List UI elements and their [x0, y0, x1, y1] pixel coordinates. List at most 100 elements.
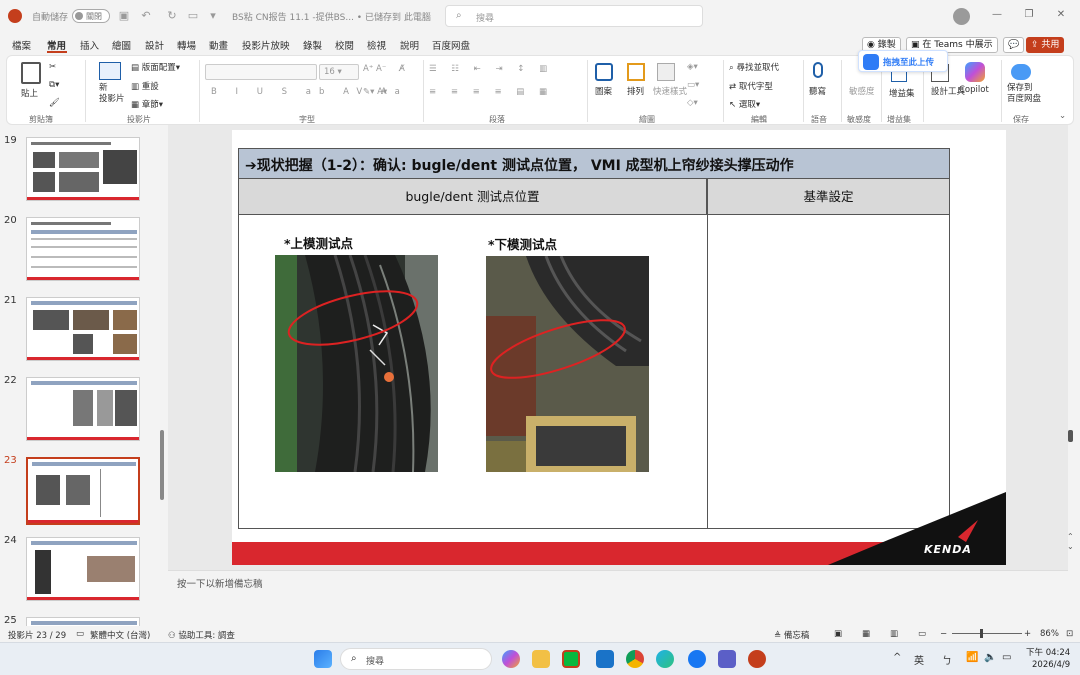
wechat-icon[interactable]	[562, 650, 580, 668]
sensitivity-label[interactable]: 敏感度	[849, 85, 875, 97]
paste-icon[interactable]	[21, 62, 41, 84]
comments-button[interactable]: 💬	[1003, 37, 1025, 53]
close-icon[interactable]: ✕	[1054, 9, 1068, 20]
shapes-icon[interactable]	[595, 63, 613, 81]
tab-review[interactable]: 校閱	[335, 38, 354, 52]
teams-icon[interactable]	[718, 650, 736, 668]
ime-indicator[interactable]: 英	[914, 652, 924, 667]
file-explorer-icon[interactable]	[532, 650, 550, 668]
autosave-toggle[interactable]: 關閉	[72, 9, 110, 23]
layout-button[interactable]: ▤ 版面配置▾	[131, 61, 180, 73]
slideshow-view-icon[interactable]: ▭	[918, 629, 926, 639]
list-buttons[interactable]: ☰ ☷ ⇤ ⇥ ↕ ▥	[429, 64, 553, 74]
new-slide-icon[interactable]	[99, 62, 121, 80]
prev-next-slide-icon[interactable]: ⌃ ⌄	[1067, 532, 1074, 552]
outlook-icon[interactable]	[596, 650, 614, 668]
slide-thumbnail[interactable]	[26, 137, 140, 201]
upload-drop-tooltip[interactable]: 拖拽至此上传	[858, 50, 948, 72]
facebook-icon[interactable]	[688, 650, 706, 668]
tab-slideshow[interactable]: 投影片放映	[242, 38, 290, 52]
replace-button[interactable]: ⇄ 取代字型	[729, 80, 773, 92]
search-input[interactable]: ⌕ 搜尋	[445, 5, 703, 27]
copilot-icon[interactable]	[965, 62, 985, 82]
document-title[interactable]: BS粘 CN报告 11.1 -提供BS... • 已儲存到 此電腦	[232, 10, 431, 23]
highlight-icon[interactable]: ✎▾ A▾	[363, 87, 387, 97]
restore-icon[interactable]: ❐	[1022, 9, 1036, 20]
tab-insert[interactable]: 插入	[80, 38, 99, 52]
slide-thumbnail[interactable]	[26, 217, 140, 281]
volume-icon[interactable]: 🔈	[984, 652, 996, 663]
tab-transitions[interactable]: 轉場	[177, 38, 196, 52]
tab-animations[interactable]: 動畫	[209, 38, 228, 52]
tab-file[interactable]: 檔案	[12, 38, 31, 52]
find-button[interactable]: ⌕ 尋找並取代	[729, 61, 779, 73]
fit-to-window-icon[interactable]: ⊡	[1066, 629, 1073, 639]
zoom-out-icon[interactable]: −	[940, 629, 947, 639]
upper-mold-photo[interactable]	[275, 255, 438, 472]
cut-icon[interactable]: ✂	[49, 62, 56, 72]
section-button[interactable]: ▦ 章節▾	[131, 98, 163, 110]
copy-icon[interactable]: ⧉▾	[49, 80, 59, 90]
notes-toggle[interactable]: ≜ 備忘稿	[774, 629, 809, 641]
ime-mode-icon[interactable]: ㄅ	[942, 652, 952, 667]
save-icon[interactable]: ▣	[117, 9, 131, 23]
reset-button[interactable]: ▥ 重設	[131, 80, 159, 92]
minimize-icon[interactable]: —	[990, 9, 1004, 20]
chrome-icon[interactable]	[626, 650, 644, 668]
shape-outline-icon[interactable]: ▭▾	[687, 80, 699, 90]
zoom-slider[interactable]	[952, 633, 1022, 634]
format-painter-icon[interactable]: 🖌	[49, 98, 60, 108]
font-size-select[interactable]: 16 ▾	[319, 64, 359, 80]
tab-home[interactable]: 常用	[47, 38, 66, 52]
notes-pane[interactable]: 按一下以新增備忘稿	[168, 570, 1068, 622]
tab-baidu[interactable]: 百度网盘	[432, 38, 470, 52]
tab-record[interactable]: 錄製	[303, 38, 322, 52]
tab-view[interactable]: 檢視	[367, 38, 386, 52]
arrange-icon[interactable]	[627, 63, 645, 81]
profile-avatar[interactable]	[953, 8, 970, 25]
system-clock[interactable]: 下午 04:24 2026/4/9	[1026, 647, 1070, 671]
zoom-slider-thumb[interactable]	[980, 629, 983, 638]
slide-canvas[interactable]: ➔现状把握（1-2）：确认: bugle/dent 测试点位置， VMI 成型机…	[232, 130, 1006, 565]
slide-thumbnail[interactable]	[26, 297, 140, 361]
notes-book-icon[interactable]: ▭	[76, 629, 84, 639]
redo-icon[interactable]: ↻	[165, 9, 179, 23]
network-icon[interactable]: 📶	[966, 652, 978, 663]
slide-sorter-icon[interactable]: ▦	[862, 629, 870, 639]
taskbar-search[interactable]: ⌕ 搜尋	[340, 648, 492, 670]
increase-font-icon[interactable]: A⁺ A⁻	[363, 64, 386, 74]
thumbnail-scrollbar[interactable]	[160, 430, 164, 500]
clear-format-icon[interactable]: A̸	[399, 64, 405, 74]
windows-start-icon[interactable]	[314, 650, 332, 668]
quick-styles-icon[interactable]	[657, 63, 675, 81]
customize-quick-access-icon[interactable]: ▾	[206, 9, 220, 23]
collapse-ribbon-icon[interactable]: ⌄	[1059, 111, 1066, 121]
slide-thumbnail-active[interactable]	[26, 457, 140, 525]
align-buttons[interactable]: ≡ ≡ ≡ ≡ ▤ ▦	[429, 87, 553, 97]
slide-thumbnail[interactable]	[26, 537, 140, 601]
share-button[interactable]: ⇪ 共用	[1026, 37, 1065, 53]
tray-chevron-icon[interactable]: ^	[893, 652, 901, 663]
select-button[interactable]: ↖ 選取▾	[729, 98, 760, 110]
shape-effects-icon[interactable]: ◇▾	[687, 98, 698, 108]
start-from-beginning-icon[interactable]: ▭	[186, 9, 200, 23]
battery-icon[interactable]: ▭	[1002, 652, 1011, 663]
language-status[interactable]: 繁體中文 (台灣)	[90, 629, 150, 641]
tab-design[interactable]: 設計	[145, 38, 164, 52]
microphone-icon[interactable]	[813, 62, 823, 78]
baidu-cloud-icon[interactable]	[1011, 64, 1031, 80]
undo-icon[interactable]: ↶	[139, 9, 153, 23]
copilot-app-icon[interactable]	[502, 650, 520, 668]
font-family-select[interactable]	[205, 64, 317, 80]
slide-title-bar[interactable]: ➔现状把握（1-2）：确认: bugle/dent 测试点位置， VMI 成型机…	[238, 148, 950, 179]
tab-help[interactable]: 說明	[400, 38, 419, 52]
shape-fill-icon[interactable]: ◈▾	[687, 62, 698, 72]
normal-view-icon[interactable]: ▣	[834, 629, 842, 639]
accessibility-status[interactable]: ⚇ 協助工具: 調查	[168, 629, 235, 641]
lower-mold-photo[interactable]	[486, 256, 649, 472]
editor-scrollbar[interactable]	[1068, 430, 1073, 442]
reading-view-icon[interactable]: ▥	[890, 629, 898, 639]
tab-draw[interactable]: 繪圖	[112, 38, 131, 52]
zoom-level[interactable]: 86%	[1040, 629, 1059, 639]
edge-icon[interactable]	[656, 650, 674, 668]
